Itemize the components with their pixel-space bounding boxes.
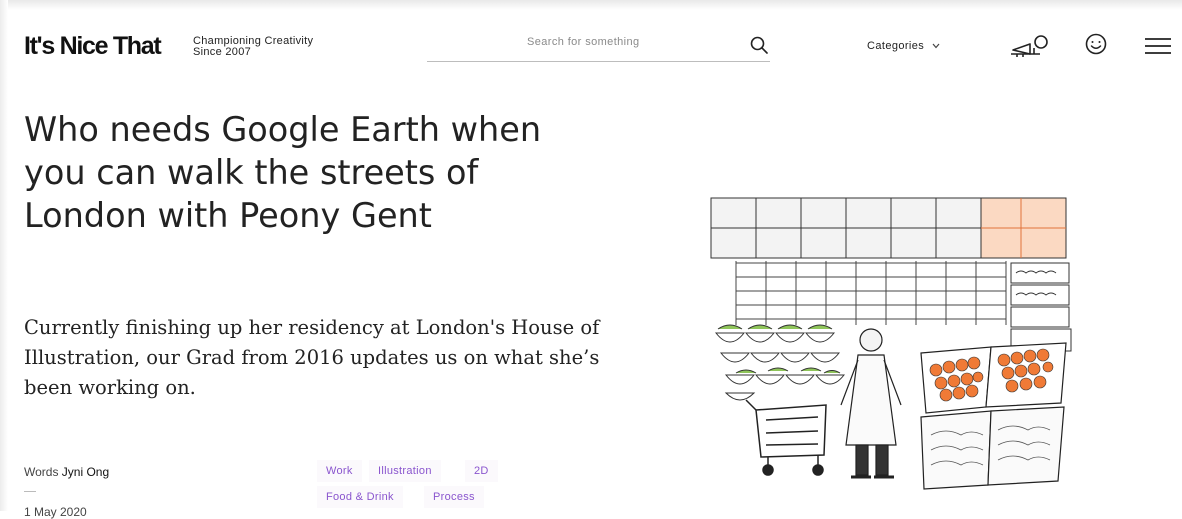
tagline-line-2: Since 2007 bbox=[193, 46, 252, 58]
categories-label: Categories bbox=[867, 40, 925, 52]
tag-illustration[interactable]: Illustration bbox=[369, 460, 441, 482]
byline-prefix: Words bbox=[24, 465, 59, 479]
byline-divider bbox=[24, 491, 36, 492]
tag-work[interactable]: Work bbox=[317, 460, 362, 482]
megaphone-icon[interactable] bbox=[1010, 34, 1054, 63]
search-icon[interactable] bbox=[750, 36, 768, 54]
menu-icon[interactable] bbox=[1144, 37, 1172, 60]
smiley-icon[interactable] bbox=[1085, 33, 1107, 60]
categories-dropdown[interactable]: Categories bbox=[867, 40, 940, 52]
site-header: It's Nice That Championing Creativity Si… bbox=[0, 0, 1182, 72]
tag-2d[interactable]: 2D bbox=[465, 460, 498, 482]
tag-food-and-drink[interactable]: Food & Drink bbox=[317, 486, 403, 508]
left-shadow bbox=[0, 0, 8, 511]
hero-illustration bbox=[710, 197, 1072, 490]
site-tagline: Championing Creativity Since 2007 bbox=[193, 36, 313, 58]
site-logo[interactable]: It's Nice That bbox=[24, 32, 162, 60]
article-standfirst: Currently finishing up her residency at … bbox=[24, 316, 600, 399]
search-input[interactable] bbox=[527, 36, 707, 48]
search-bar bbox=[427, 30, 770, 62]
byline: Words Jyni Ong bbox=[24, 465, 109, 479]
author-link[interactable]: Jyni Ong bbox=[62, 465, 109, 479]
tag-process[interactable]: Process bbox=[424, 486, 484, 508]
chevron-down-icon bbox=[932, 41, 940, 51]
article-title: Who needs Google Earth when you can walk… bbox=[24, 110, 542, 235]
publish-date: 1 May 2020 bbox=[24, 505, 87, 519]
